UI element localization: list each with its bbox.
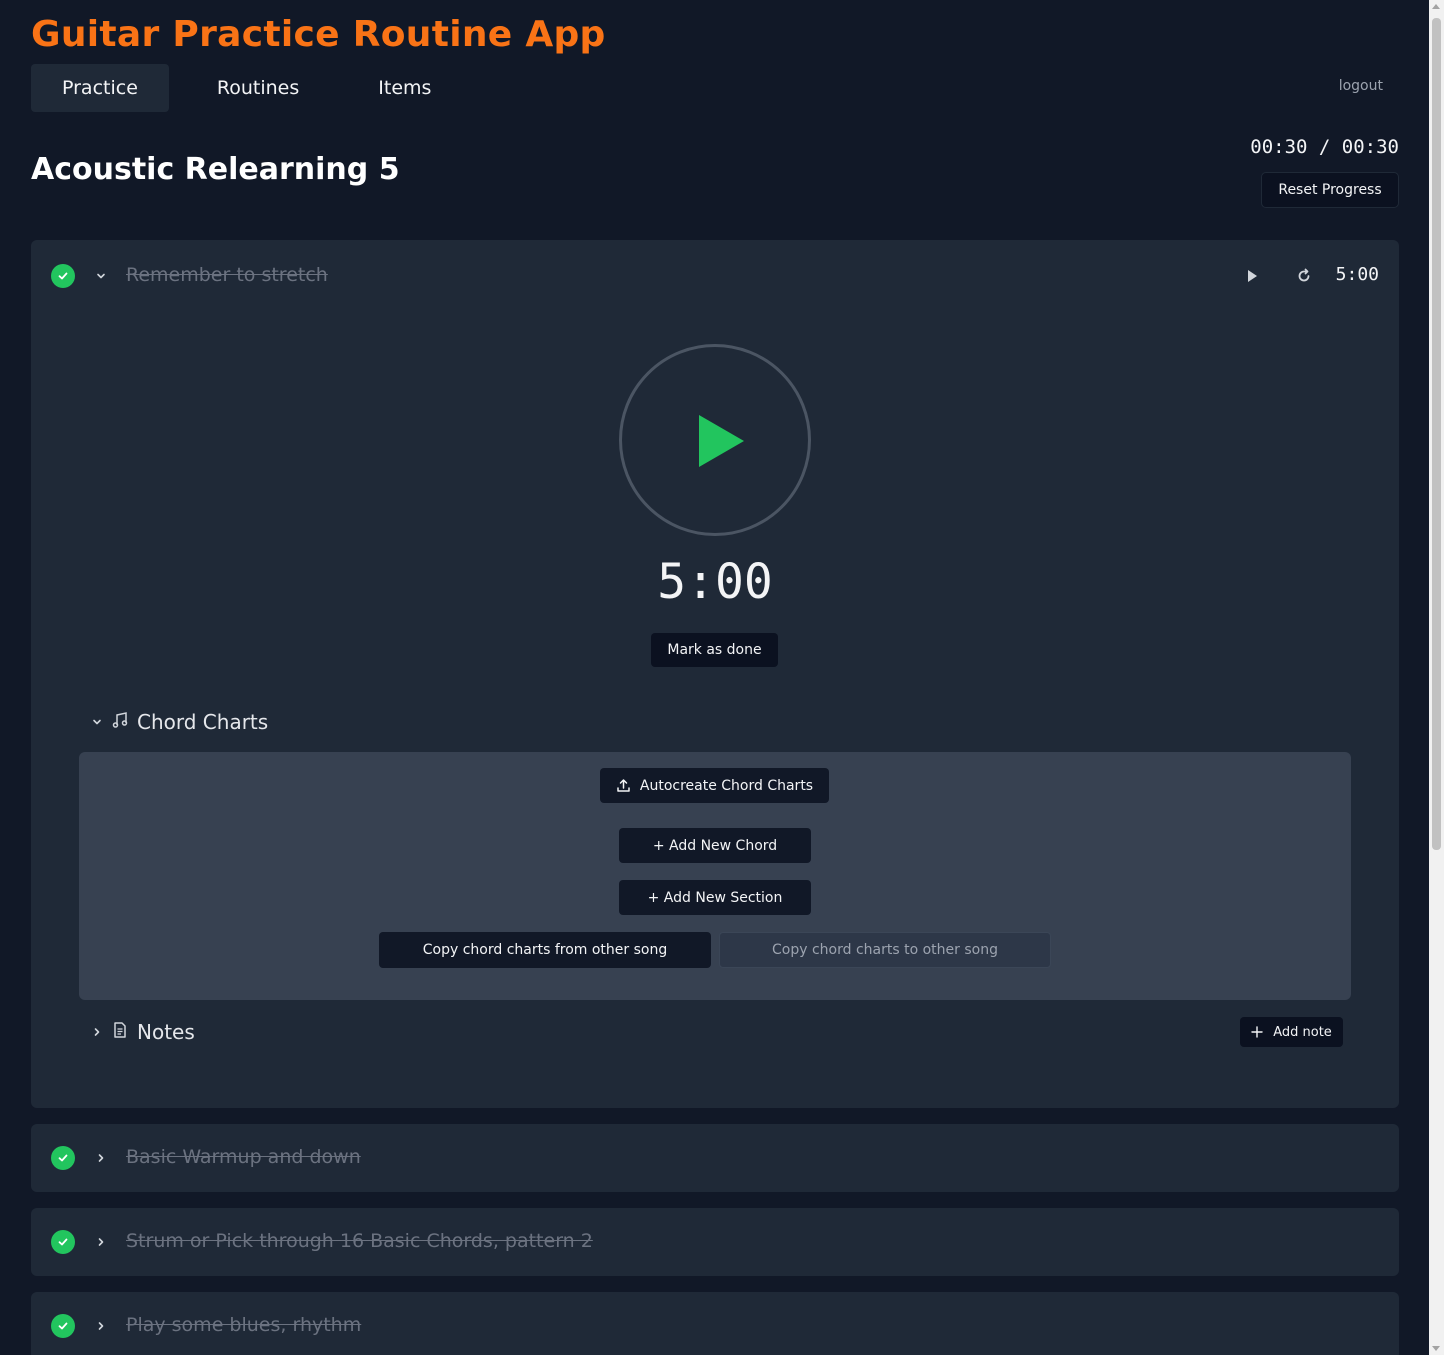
autocreate-label: Autocreate Chord Charts	[639, 777, 814, 794]
scroll-thumb[interactable]	[1432, 18, 1441, 850]
done-check-icon[interactable]	[51, 264, 75, 288]
music-note-icon	[111, 711, 129, 733]
practice-item-card[interactable]: Strum or Pick through 16 Basic Chords, p…	[31, 1208, 1399, 1276]
item-title[interactable]: Strum or Pick through 16 Basic Chords, p…	[126, 1230, 593, 1252]
done-check-icon[interactable]	[51, 1230, 75, 1254]
chord-charts-panel: Autocreate Chord Charts + Add New Chord …	[79, 752, 1351, 1000]
chevron-right-icon[interactable]	[94, 1235, 108, 1249]
routine-title: Acoustic Relearning 5	[31, 152, 400, 187]
main-nav: Practice Routines Items	[31, 64, 479, 112]
upload-icon	[616, 778, 631, 793]
chevron-right-icon	[91, 1023, 103, 1042]
copy-from-other-song-button[interactable]: Copy chord charts from other song	[379, 932, 711, 968]
document-icon	[111, 1021, 129, 1043]
chord-charts-label: Chord Charts	[137, 710, 269, 734]
plus-icon	[1251, 1026, 1263, 1038]
tab-items[interactable]: Items	[347, 64, 462, 112]
reset-progress-button[interactable]: Reset Progress	[1261, 172, 1399, 208]
big-play-button[interactable]	[619, 344, 811, 536]
reset-timer-icon[interactable]	[1295, 267, 1313, 285]
copy-to-other-song-button[interactable]: Copy chord charts to other song	[719, 932, 1051, 968]
practice-item-card[interactable]: Basic Warmup and down	[31, 1124, 1399, 1192]
notes-toggle[interactable]: Notes	[91, 1018, 195, 1046]
done-check-icon[interactable]	[51, 1146, 75, 1170]
tab-practice[interactable]: Practice	[31, 64, 169, 112]
add-note-button[interactable]: Add note	[1240, 1017, 1343, 1047]
mark-as-done-button[interactable]: Mark as done	[651, 633, 778, 667]
timer-display: 5:00	[657, 554, 773, 610]
scroll-down-arrow-icon[interactable]	[1432, 1346, 1440, 1351]
practice-item-card[interactable]: Play some blues, rhythm	[31, 1292, 1399, 1355]
autocreate-chord-charts-button[interactable]: Autocreate Chord Charts	[600, 768, 829, 803]
chevron-down-icon[interactable]	[94, 269, 108, 283]
chevron-right-icon[interactable]	[94, 1319, 108, 1333]
done-check-icon[interactable]	[51, 1314, 75, 1338]
add-note-label: Add note	[1273, 1024, 1332, 1040]
big-play-icon	[699, 415, 744, 467]
app-title: Guitar Practice Routine App	[31, 14, 606, 55]
item-title[interactable]: Basic Warmup and down	[126, 1146, 361, 1168]
notes-label: Notes	[137, 1020, 195, 1044]
chevron-down-icon	[91, 713, 103, 732]
chord-charts-toggle[interactable]: Chord Charts	[91, 708, 268, 736]
item-time: 5:00	[1335, 264, 1379, 285]
add-new-section-button[interactable]: + Add New Section	[619, 880, 811, 915]
vertical-scrollbar[interactable]	[1429, 0, 1444, 1355]
item-title[interactable]: Remember to stretch	[126, 264, 328, 286]
scroll-up-arrow-icon[interactable]	[1432, 4, 1440, 9]
tab-routines[interactable]: Routines	[186, 64, 330, 112]
play-icon[interactable]	[1245, 268, 1259, 284]
total-time-display: 00:30 / 00:30	[1250, 136, 1399, 158]
logout-link[interactable]: logout	[1339, 78, 1383, 94]
chevron-right-icon[interactable]	[94, 1151, 108, 1165]
add-new-chord-button[interactable]: + Add New Chord	[619, 828, 811, 863]
practice-item-card-expanded: Remember to stretch 5:00 5:00 Mark as do…	[31, 240, 1399, 1108]
item-title[interactable]: Play some blues, rhythm	[126, 1314, 361, 1336]
